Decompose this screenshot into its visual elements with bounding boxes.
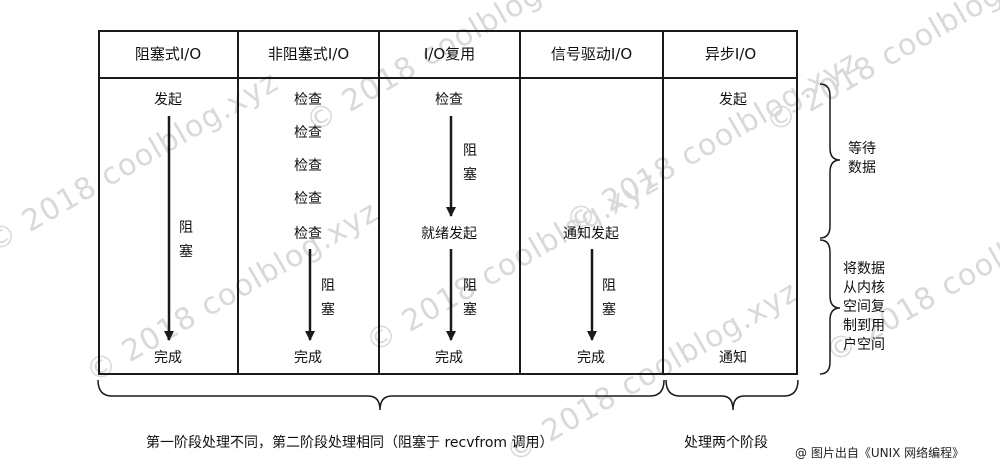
column-header-blocking-io: 阻塞式I/O: [134, 45, 202, 63]
step-initiate: 发起: [719, 92, 747, 108]
blocking-label: 阻 塞: [179, 220, 193, 260]
step-complete: 完成: [294, 350, 322, 366]
copy-data-brace: [819, 239, 841, 375]
io-model-table: 阻塞式I/O 非阻塞式I/O I/O复用 信号驱动I/O 异步I/O 发起 阻 …: [98, 30, 798, 375]
step-check: 检查: [294, 158, 322, 174]
step-check: 检查: [294, 191, 322, 207]
second-group-brace: [665, 379, 799, 411]
header-divider: [98, 77, 798, 79]
step-complete: 完成: [577, 350, 605, 366]
blocking-label: 阻 塞: [463, 278, 477, 318]
column-header-io-multiplexing: I/O复用: [423, 45, 476, 63]
column-divider: [378, 30, 380, 375]
column-divider: [662, 30, 664, 375]
step-check: 检查: [294, 226, 322, 242]
step-initiate: 发起: [154, 92, 182, 108]
column-header-signal-driven-io: 信号驱动I/O: [550, 45, 633, 63]
column-header-nonblocking-io: 非阻塞式I/O: [267, 45, 350, 63]
step-complete: 完成: [154, 350, 182, 366]
column-divider: [519, 30, 521, 375]
blocking-label: 阻 塞: [602, 278, 616, 318]
first-group-brace: [97, 379, 665, 411]
step-complete: 完成: [435, 350, 463, 366]
column-header-async-io: 异步I/O: [704, 45, 757, 63]
step-ready-initiate: 就绪发起: [421, 226, 477, 242]
step-check: 检查: [294, 125, 322, 141]
wait-data-brace: [819, 83, 841, 239]
table-border: [98, 30, 798, 375]
step-notify-initiate: 通知发起: [563, 226, 619, 242]
step-check: 检查: [435, 92, 463, 108]
blocking-label: 阻 塞: [463, 143, 477, 183]
step-notify: 通知: [719, 350, 747, 366]
step-check: 检查: [294, 92, 322, 108]
blocking-label: 阻 塞: [321, 278, 335, 318]
column-divider: [237, 30, 239, 375]
